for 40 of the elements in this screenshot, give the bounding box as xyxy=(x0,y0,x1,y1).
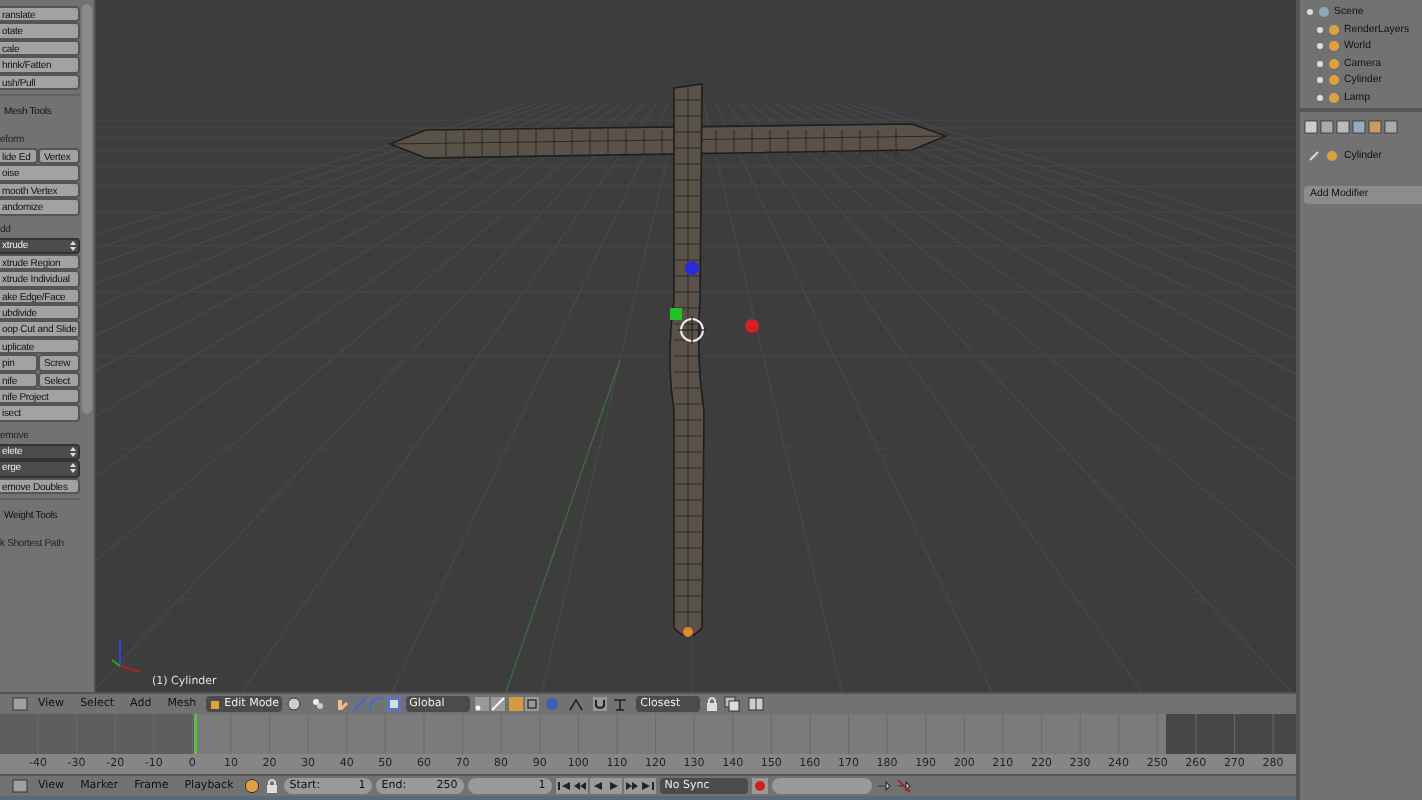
lock-icon[interactable] xyxy=(704,696,721,712)
y-axis-handle[interactable] xyxy=(670,308,682,320)
z-axis-handle[interactable] xyxy=(685,261,699,275)
expand-dot-icon xyxy=(1316,93,1324,102)
object-icon xyxy=(1326,150,1338,162)
copy-icon[interactable] xyxy=(724,696,745,712)
updown-arrows-icon xyxy=(70,446,76,458)
edge-select-icon[interactable] xyxy=(490,696,507,712)
link-icon xyxy=(1308,150,1320,162)
clock-icon[interactable] xyxy=(243,778,260,794)
expand-dot-icon xyxy=(1316,42,1324,51)
editor-type-icon[interactable] xyxy=(12,696,28,712)
origin-dot xyxy=(683,627,693,637)
magnet-icon[interactable] xyxy=(592,696,609,712)
editor-type-icon[interactable] xyxy=(12,778,28,794)
sphere-icon[interactable] xyxy=(286,696,307,712)
scrollbar[interactable] xyxy=(82,4,92,414)
expand-dot-icon xyxy=(1316,76,1324,85)
keying-set-field[interactable] xyxy=(772,778,873,794)
cube-outline-icon[interactable] xyxy=(524,696,541,712)
scale-icon[interactable] xyxy=(385,696,402,712)
expand-dot-icon xyxy=(1306,8,1314,17)
expand-dot-icon xyxy=(1316,25,1324,34)
3d-cursor-icon xyxy=(677,315,707,345)
vertex-select-icon[interactable] xyxy=(473,696,490,712)
key-remove-icon[interactable] xyxy=(896,778,913,794)
x-axis-handle[interactable] xyxy=(745,319,759,333)
key-icon[interactable] xyxy=(876,778,893,794)
updown-arrows-icon xyxy=(70,462,76,475)
axes-icon xyxy=(111,639,141,673)
record-icon[interactable] xyxy=(752,778,769,794)
updown-arrows-icon xyxy=(70,239,76,252)
curve-icon[interactable] xyxy=(568,696,589,712)
face-select-icon[interactable] xyxy=(507,696,524,712)
lock-icon[interactable] xyxy=(263,778,280,794)
render-icon[interactable] xyxy=(748,696,769,712)
cube-icon xyxy=(210,699,221,709)
hand-icon[interactable] xyxy=(334,696,351,712)
scene-icon xyxy=(1318,6,1330,19)
expand-dot-icon xyxy=(1316,59,1324,68)
